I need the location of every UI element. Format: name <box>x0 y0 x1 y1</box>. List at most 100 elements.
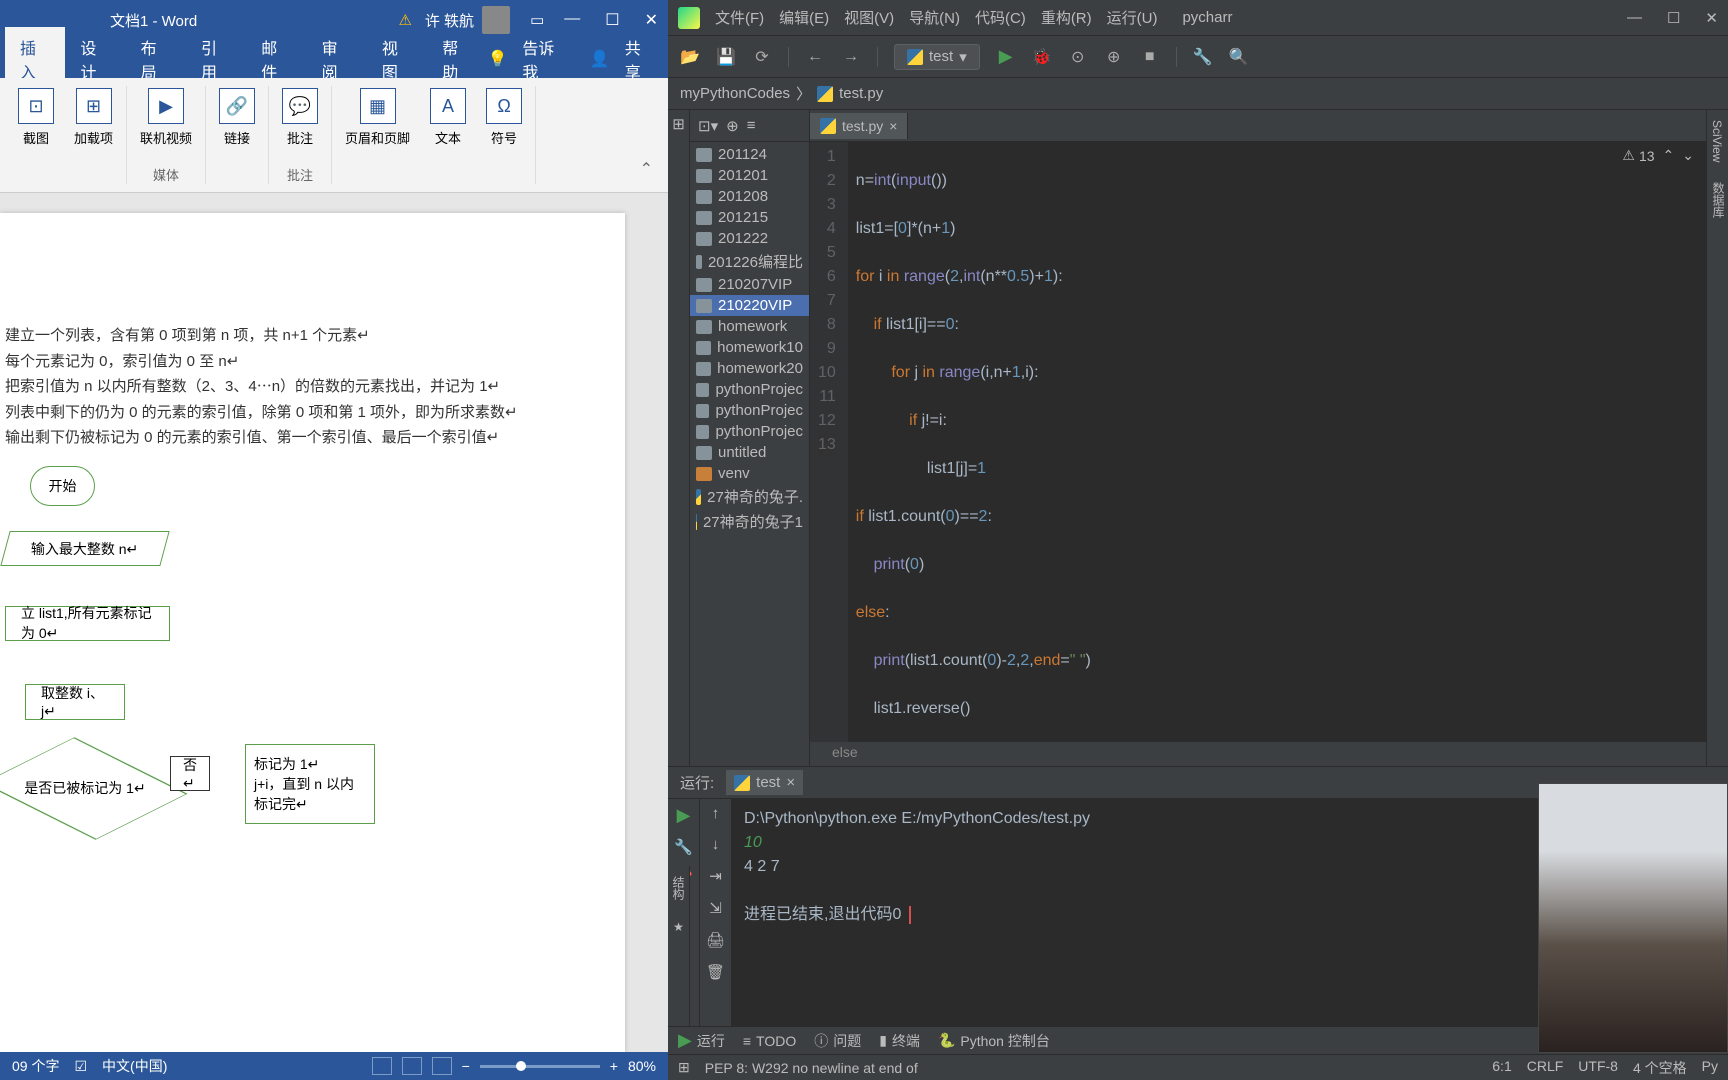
file-encoding[interactable]: UTF-8 <box>1578 1058 1618 1078</box>
code-content[interactable]: n=int(input()) list1=[0]*(n+1) for i in … <box>848 142 1706 742</box>
tree-item[interactable]: homework <box>690 316 809 337</box>
addins-button[interactable]: ⊞加载项 <box>69 86 118 184</box>
problems-tool-button[interactable]: ⓘ 问题 <box>814 1031 861 1051</box>
online-video-button[interactable]: ▶联机视频 <box>135 86 197 161</box>
back-icon[interactable]: ← <box>805 47 825 67</box>
ribbon-display-icon[interactable]: ▭ <box>530 11 544 29</box>
breadcrumb-project[interactable]: myPythonCodes <box>680 85 790 102</box>
tree-item[interactable]: 210220VIP <box>690 295 809 316</box>
tree-item[interactable]: 201124 <box>690 144 809 165</box>
down-icon[interactable]: ↓ <box>712 836 720 853</box>
print-layout-icon[interactable] <box>402 1057 422 1075</box>
tree-item[interactable]: 201226编程比 <box>690 249 809 274</box>
screenshot-button[interactable]: ⊡截图 <box>13 86 59 184</box>
trash-icon[interactable]: 🗑 <box>706 963 725 981</box>
zoom-in-button[interactable]: + <box>610 1058 618 1074</box>
tree-item[interactable]: 27神奇的兔子. <box>690 484 809 509</box>
tree-item[interactable]: homework10 <box>690 337 809 358</box>
print-icon[interactable]: 🖨 <box>706 931 725 949</box>
structure-tool[interactable]: 结构 <box>670 871 687 905</box>
database-tool[interactable]: 数据库 <box>1707 172 1728 228</box>
python-console-button[interactable]: 🐍 Python 控制台 <box>938 1031 1050 1051</box>
word-count[interactable]: 09 个字 <box>12 1056 59 1076</box>
minimize-button[interactable]: — <box>1627 9 1642 27</box>
tree-item[interactable]: 27神奇的兔子1 <box>690 509 809 534</box>
zoom-out-button[interactable]: − <box>462 1058 470 1074</box>
project-tool-icon[interactable]: ⊞ <box>672 115 685 133</box>
tree-item[interactable]: 201208 <box>690 186 809 207</box>
close-tab-icon[interactable]: × <box>889 118 897 134</box>
tree-item[interactable]: 201222 <box>690 228 809 249</box>
inspection-widget[interactable]: ⚠13 ⌃ ⌄ <box>1622 147 1694 164</box>
menu-code[interactable]: 代码(C) <box>975 7 1026 28</box>
breadcrumb-file[interactable]: test.py <box>839 85 883 102</box>
menu-file[interactable]: 文件(F) <box>715 7 764 28</box>
tree-item[interactable]: 201201 <box>690 165 809 186</box>
favorites-tool[interactable]: ★ <box>672 915 686 939</box>
open-icon[interactable]: 📂 <box>680 47 700 67</box>
proofing-icon[interactable]: ☑ <box>74 1058 87 1075</box>
todo-tool-button[interactable]: ≡ TODO <box>743 1033 796 1049</box>
cursor-position[interactable]: 6:1 <box>1492 1058 1511 1078</box>
indent-info[interactable]: 4 个空格 <box>1633 1058 1687 1078</box>
wrap-icon[interactable]: ⇥ <box>709 867 722 885</box>
menu-run[interactable]: 运行(U) <box>1107 7 1158 28</box>
close-tab-icon[interactable]: × <box>786 774 795 791</box>
comment-button[interactable]: 💬批注 <box>277 86 323 161</box>
tree-item[interactable]: venv <box>690 463 809 484</box>
read-mode-icon[interactable] <box>372 1057 392 1075</box>
symbol-button[interactable]: Ω符号 <box>481 86 527 184</box>
tree-item[interactable]: pythonProjec <box>690 379 809 400</box>
project-dropdown-icon[interactable]: ⊡▾ <box>698 117 718 135</box>
refresh-icon[interactable]: ⟳ <box>752 47 772 67</box>
zoom-level[interactable]: 80% <box>628 1058 656 1074</box>
profile-icon[interactable]: ⊕ <box>1104 47 1124 67</box>
editor-tab[interactable]: test.py × <box>810 113 908 139</box>
menu-edit[interactable]: 编辑(E) <box>779 7 829 28</box>
run-tool-button[interactable]: ▶运行 <box>678 1030 725 1051</box>
header-footer-button[interactable]: ▦页眉和页脚 <box>340 86 415 184</box>
maximize-button[interactable]: ☐ <box>1667 9 1680 27</box>
run-button[interactable]: ▶ <box>996 47 1016 67</box>
terminal-tool-button[interactable]: ▮ 终端 <box>879 1031 920 1051</box>
debug-button[interactable]: 🐞 <box>1032 47 1052 67</box>
tree-item[interactable]: pythonProjec <box>690 400 809 421</box>
language-status[interactable]: 中文(中国) <box>102 1056 167 1076</box>
close-button[interactable]: ✕ <box>1705 9 1718 27</box>
run-tab[interactable]: test × <box>726 770 803 795</box>
text-button[interactable]: A文本 <box>425 86 471 184</box>
save-icon[interactable]: 💾 <box>716 47 736 67</box>
line-separator[interactable]: CRLF <box>1527 1058 1564 1078</box>
chevron-down-icon[interactable]: ⌄ <box>1682 147 1694 164</box>
code-editor[interactable]: 12345678910111213 n=int(input()) list1=[… <box>810 142 1706 742</box>
menu-navigate[interactable]: 导航(N) <box>909 7 960 28</box>
close-button[interactable]: ✕ <box>645 10 658 30</box>
settings-icon[interactable]: 🔧 <box>1193 47 1213 67</box>
maximize-button[interactable]: ☐ <box>605 10 619 30</box>
search-icon[interactable]: 🔍 <box>1229 47 1249 67</box>
settings-icon[interactable]: 🔧 <box>674 838 693 856</box>
menu-view[interactable]: 视图(V) <box>844 7 894 28</box>
run-config-selector[interactable]: test ▾ <box>894 44 980 70</box>
up-icon[interactable]: ↑ <box>712 805 720 822</box>
word-page[interactable]: 建立一个列表，含有第 0 项到第 n 项，共 n+1 个元素↵ 每个元素记为 0… <box>0 213 625 1052</box>
tellme-label[interactable]: 告诉我 <box>522 35 564 83</box>
menu-refactor[interactable]: 重构(R) <box>1041 7 1092 28</box>
web-layout-icon[interactable] <box>432 1057 452 1075</box>
tool-windows-icon[interactable]: ⊞ <box>678 1059 690 1076</box>
tree-item[interactable]: 201215 <box>690 207 809 228</box>
target-icon[interactable]: ⊕ <box>726 117 739 135</box>
scroll-icon[interactable]: ⇲ <box>709 899 722 917</box>
tree-item[interactable]: untitled <box>690 442 809 463</box>
tree-item[interactable]: pythonProjec <box>690 421 809 442</box>
ribbon-collapse-icon[interactable]: ⌃ <box>630 154 663 184</box>
share-label[interactable]: 共享 <box>625 35 653 83</box>
chevron-up-icon[interactable]: ⌃ <box>1663 147 1675 164</box>
sciview-tool[interactable]: SciView <box>1707 110 1727 172</box>
link-button[interactable]: 🔗链接 <box>214 86 260 184</box>
tree-item[interactable]: homework20 <box>690 358 809 379</box>
interpreter-info[interactable]: Py <box>1702 1058 1718 1078</box>
stop-icon[interactable]: ■ <box>1140 47 1160 67</box>
tree-item[interactable]: 210207VIP <box>690 274 809 295</box>
zoom-slider[interactable] <box>480 1065 600 1068</box>
